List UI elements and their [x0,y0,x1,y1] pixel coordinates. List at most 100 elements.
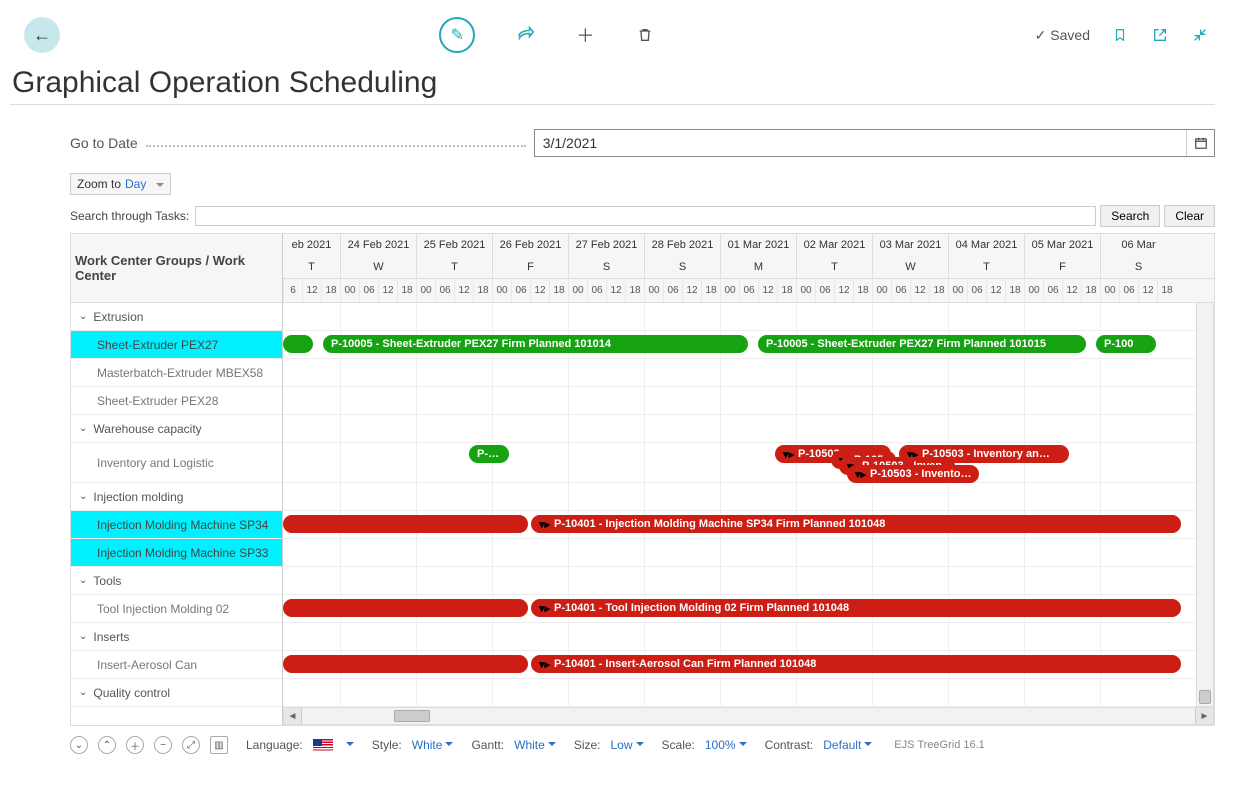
vertical-scrollbar[interactable] [1196,302,1214,707]
collapse-icon[interactable] [1190,25,1210,45]
chevron-down-icon: ⌄ [79,631,87,642]
contrast-label: Contrast: [765,738,814,752]
horizontal-scrollbar[interactable]: ◄ ► [283,707,1214,725]
gantt-label: Gantt: [471,738,504,752]
tree-label: Quality control [93,686,170,700]
treegrid-version: EJS TreeGrid 16.1 [894,739,985,751]
timeline-date: 27 Feb 2021 [568,234,644,256]
gantt-bar[interactable]: ▾▸P-10401 - Injection Molding Machine SP… [531,515,1181,533]
timeline-hour: 12 [302,279,321,302]
timeline-date: 28 Feb 2021 [644,234,720,256]
gantt-bar[interactable]: P-10005 - Sheet-Extruder PEX27 Firm Plan… [323,335,748,353]
gantt-bar[interactable]: P-100 [1096,335,1156,353]
language-label: Language: [246,738,303,752]
gantt-bar[interactable] [283,515,528,533]
popout-icon[interactable] [1150,25,1170,45]
gantt-bar[interactable]: ▾▸P-10401 - Tool Injection Molding 02 Fi… [531,599,1181,617]
delete-icon[interactable] [635,25,655,45]
tree-item[interactable]: Sheet-Extruder PEX27 [71,331,282,359]
timeline-hour: 18 [1157,279,1176,302]
timeline-hour: 12 [910,279,929,302]
tree-item[interactable]: Injection Molding Machine SP33 [71,539,282,567]
calendar-icon[interactable] [1186,130,1214,156]
timeline-hour: 06 [359,279,378,302]
expand-all-icon[interactable]: ⌄ [70,736,88,754]
tree-group[interactable]: ⌄Injection molding [71,483,282,511]
chevron-down-icon: ⌄ [79,311,87,322]
back-button[interactable]: ← [24,17,60,53]
tree-label: Injection molding [93,490,183,504]
tree-group[interactable]: ⌄ Inserts [71,623,282,651]
columns-icon[interactable]: ▥ [210,736,228,754]
timeline-hour: 00 [492,279,511,302]
timeline-hour: 06 [435,279,454,302]
tree-group[interactable]: ⌄ Quality control [71,679,282,707]
flag-icon[interactable] [313,739,333,752]
zoom-select[interactable]: Zoom toDay [70,173,171,195]
size-select[interactable]: Low [611,738,644,752]
timeline-hour: 00 [416,279,435,302]
search-input[interactable] [195,206,1096,226]
timeline-date: 05 Mar 2021 [1024,234,1100,256]
tree-label: Tools [93,574,121,588]
tree-item[interactable]: Insert-Aerosol Can [71,651,282,679]
scroll-thumb[interactable] [394,710,430,722]
timeline-hour: 12 [758,279,777,302]
timeline-hour: 18 [549,279,568,302]
search-button[interactable]: Search [1100,205,1160,227]
separator [10,104,1215,105]
zoom-out-icon[interactable]: − [154,736,172,754]
timeline-hour: 18 [929,279,948,302]
gantt-bar[interactable]: P-10005 - Sheet-Extruder PEX27 Firm Plan… [758,335,1086,353]
add-icon[interactable]: ＋ [575,25,595,45]
bookmark-icon[interactable] [1110,25,1130,45]
tree-label: Inventory and Logistic [97,456,214,470]
tree-item[interactable]: Masterbatch-Extruder MBEX58 [71,359,282,387]
tree-group[interactable]: ⌄Tools [71,567,282,595]
timeline-date: 01 Mar 2021 [720,234,796,256]
gantt-select[interactable]: White [514,738,556,752]
tree-label: Injection Molding Machine SP33 [97,546,268,560]
tree-item[interactable]: Sheet-Extruder PEX28 [71,387,282,415]
zoom-fit-icon[interactable]: ⤢ [182,736,200,754]
share-icon[interactable] [515,25,535,45]
goto-date-input[interactable] [535,130,1186,156]
style-select[interactable]: White [412,738,454,752]
tree-label: Inserts [93,630,129,644]
gantt-bar[interactable]: P-… [469,445,509,463]
zoom-in-icon[interactable]: ＋ [126,736,144,754]
tree-label: Insert-Aerosol Can [97,658,197,672]
tree-group[interactable]: ⌄Extrusion [71,303,282,331]
scroll-right-icon[interactable]: ► [1195,708,1213,724]
page-title: Graphical Operation Scheduling [12,66,1215,100]
timeline-hour: 18 [1005,279,1024,302]
tree-item[interactable]: Inventory and Logistic [71,443,282,483]
dotted-line [146,139,526,147]
tree-item[interactable]: Injection Molding Machine SP34 [71,511,282,539]
scroll-left-icon[interactable]: ◄ [284,708,302,724]
gantt-bar[interactable]: ▾▸P-10401 - Insert-Aerosol Can Firm Plan… [531,655,1181,673]
goto-date-label: Go to Date [70,135,138,151]
gantt-bar[interactable] [283,655,528,673]
edit-button[interactable]: ✎ [439,17,475,53]
scale-select[interactable]: 100% [705,738,747,752]
clear-button[interactable]: Clear [1164,205,1215,227]
chevron-down-icon: ⌄ [79,687,87,698]
contrast-select[interactable]: Default [823,738,872,752]
timeline-hour: 12 [834,279,853,302]
chevron-down-icon: ⌄ [79,423,87,434]
timeline-hour: 06 [1043,279,1062,302]
tree-item[interactable]: Tool Injection Molding 02 [71,595,282,623]
gantt-bar[interactable] [283,599,528,617]
gantt-bar[interactable]: ▾▸P-10503 - Invento… [847,465,979,483]
tree-group[interactable]: ⌄Warehouse capacity [71,415,282,443]
collapse-all-icon[interactable]: ⌃ [98,736,116,754]
timeline-dow: S [568,256,644,278]
scroll-thumb[interactable] [1199,690,1211,704]
timeline-hour: 06 [511,279,530,302]
timeline-hour: 06 [663,279,682,302]
timeline-date: 04 Mar 2021 [948,234,1024,256]
gantt-bar[interactable] [283,335,313,353]
timeline-dow: M [720,256,796,278]
search-label: Search through Tasks: [70,209,189,223]
